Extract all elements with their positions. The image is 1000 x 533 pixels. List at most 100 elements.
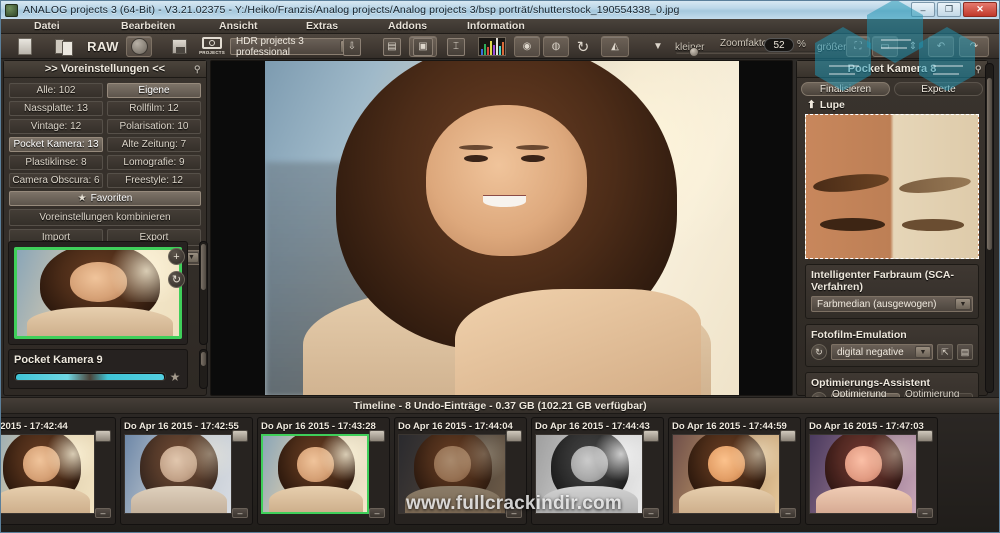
- menu-item-extras[interactable]: Extras: [306, 20, 338, 32]
- timeline-thumbnail[interactable]: [809, 434, 917, 514]
- main-photo[interactable]: [265, 61, 739, 396]
- menu-item-information[interactable]: Information: [467, 20, 525, 32]
- timeline-item[interactable]: Do Apr 16 2015 - 17:44:59 –: [668, 417, 801, 525]
- chevron-down-icon[interactable]: ▼: [915, 346, 931, 358]
- finalize-button[interactable]: Finalisieren: [801, 82, 890, 96]
- zoom-fit-button[interactable]: ⛶: [846, 36, 870, 57]
- histogram-button[interactable]: [476, 36, 508, 57]
- timeline-item-selected[interactable]: Do Apr 16 2015 - 17:43:28 –: [257, 417, 390, 525]
- timeline-item[interactable]: 16 2015 - 17:42:44 –: [0, 417, 116, 525]
- preset-strength-track[interactable]: [14, 372, 166, 381]
- zoom-larger-label[interactable]: größer: [817, 42, 846, 53]
- timeline-item[interactable]: Do Apr 16 2015 - 17:47:03 –: [805, 417, 938, 525]
- preset-nassplatte[interactable]: Nassplatte: 13: [9, 101, 103, 116]
- crop-dropdown-button[interactable]: ▼: [646, 36, 670, 57]
- preset-eigene[interactable]: Eigene: [107, 83, 201, 98]
- batch-button[interactable]: ▤: [379, 36, 405, 57]
- image-canvas[interactable]: [210, 60, 793, 396]
- preset-strength-slider[interactable]: ★: [14, 370, 182, 383]
- menu-item-bearbeiten[interactable]: Bearbeiten: [121, 20, 175, 32]
- preset-pocket-kamera[interactable]: Pocket Kamera: 13: [9, 137, 103, 152]
- fotofilm-reset-button[interactable]: ↻: [811, 344, 827, 360]
- preset-favoriten[interactable]: ★ Favoriten: [9, 191, 201, 206]
- export-dropdown-button[interactable]: ⇩: [339, 36, 365, 57]
- compare-view-button[interactable]: ▣: [409, 36, 437, 57]
- preset-preview-thumbnail[interactable]: [14, 247, 182, 339]
- close-button[interactable]: ✕: [963, 2, 997, 17]
- timeline-thumbnail[interactable]: [672, 434, 780, 514]
- settings-scroll-thumb[interactable]: [987, 78, 992, 250]
- refresh-preset-button[interactable]: ↻: [168, 271, 185, 288]
- timeline-item[interactable]: Do Apr 16 2015 - 17:44:04 –: [394, 417, 527, 525]
- undo-button[interactable]: ↶: [928, 36, 954, 57]
- add-preset-button[interactable]: +: [168, 248, 185, 265]
- timeline-camera-icon[interactable]: [917, 430, 933, 442]
- timeline-camera-icon[interactable]: [369, 430, 385, 442]
- zoom-slider-knob[interactable]: [689, 47, 699, 57]
- preset-vintage[interactable]: Vintage: 12: [9, 119, 103, 134]
- timeline-camera-icon[interactable]: [643, 430, 659, 442]
- timeline-remove-button[interactable]: –: [780, 508, 796, 518]
- timeline-camera-icon[interactable]: [95, 430, 111, 442]
- timeline-remove-button[interactable]: –: [917, 508, 933, 518]
- rotate-button[interactable]: ↻: [571, 36, 595, 57]
- timeline-thumbnail[interactable]: [0, 434, 95, 514]
- preset-camera-obscura[interactable]: Camera Obscura: 6: [9, 173, 103, 188]
- timeline-strip[interactable]: 16 2015 - 17:42:44 – Do Apr 16 2015 - 17…: [1, 414, 999, 533]
- new-document-button[interactable]: [11, 36, 39, 57]
- preset-rollfilm[interactable]: Rollfilm: 12: [107, 101, 201, 116]
- lupe-header[interactable]: ⬆ Lupe: [807, 99, 983, 111]
- preset-list-scrollbar[interactable]: [199, 241, 208, 345]
- measure-button[interactable]: ⌶: [444, 36, 468, 57]
- timeline-camera-icon[interactable]: [780, 430, 796, 442]
- pin-icon[interactable]: ⚲: [194, 64, 202, 74]
- timeline-item[interactable]: Do Apr 16 2015 - 17:44:43 –: [531, 417, 664, 525]
- fotofilm-settings-button[interactable]: ▤: [957, 344, 973, 360]
- preset-name-scroll-thumb[interactable]: [201, 352, 206, 366]
- preset-alte-zeitung[interactable]: Alte Zeitung: 7: [107, 137, 201, 152]
- zoom-actual-button[interactable]: ▭: [872, 36, 898, 57]
- timeline-thumbnail[interactable]: [398, 434, 506, 514]
- timeline-remove-button[interactable]: –: [643, 508, 659, 518]
- color-wheel-button[interactable]: ◍: [543, 36, 569, 57]
- timeline-camera-icon[interactable]: [506, 430, 522, 442]
- palette-button[interactable]: [126, 36, 152, 57]
- menu-item-datei[interactable]: Datei: [34, 20, 60, 32]
- timeline-remove-button[interactable]: –: [95, 508, 111, 518]
- timeline-camera-icon[interactable]: [232, 430, 248, 442]
- menu-item-ansicht[interactable]: Ansicht: [219, 20, 258, 32]
- save-button[interactable]: [166, 36, 192, 57]
- preset-scroll-thumb[interactable]: [201, 244, 206, 290]
- projects-button[interactable]: PROJECTS: [197, 36, 227, 57]
- timeline-thumbnail[interactable]: [261, 434, 369, 514]
- preset-preview-card[interactable]: + ↻: [8, 241, 188, 345]
- timeline-thumbnail[interactable]: [535, 434, 643, 514]
- minimize-button[interactable]: –: [911, 2, 935, 17]
- timeline-thumbnail[interactable]: [124, 434, 232, 514]
- lupe-preview[interactable]: [805, 114, 979, 259]
- maximize-button[interactable]: ❐: [937, 2, 961, 17]
- pin-icon[interactable]: ⚲: [975, 64, 983, 74]
- chevron-down-icon[interactable]: ▼: [955, 298, 971, 310]
- farbraum-combo[interactable]: Farbmedian (ausgewogen) ▼: [811, 296, 973, 312]
- redo-button[interactable]: ↷: [959, 36, 989, 57]
- preset-polarisation[interactable]: Polarisation: 10: [107, 119, 201, 134]
- expert-button[interactable]: Experte: [894, 82, 983, 96]
- preview-eye-button[interactable]: ◉: [514, 36, 540, 57]
- copy-image-button[interactable]: [49, 36, 77, 57]
- timeline-remove-button[interactable]: –: [369, 508, 385, 518]
- fotofilm-combo[interactable]: digital negative ▼: [831, 344, 933, 360]
- preset-plastiklinse[interactable]: Plastiklinse: 8: [9, 155, 103, 170]
- preset-lomografie[interactable]: Lomografie: 9: [107, 155, 201, 170]
- raw-button[interactable]: RAW: [83, 36, 123, 57]
- menu-item-addons[interactable]: Addons: [388, 20, 427, 32]
- settings-panel-scrollbar[interactable]: [985, 63, 994, 393]
- zoom-value-field[interactable]: 52: [764, 38, 794, 52]
- preset-alle[interactable]: Alle: 102: [9, 83, 103, 98]
- timeline-remove-button[interactable]: –: [232, 508, 248, 518]
- preset-name-scrollbar[interactable]: [199, 349, 208, 389]
- timeline-remove-button[interactable]: –: [506, 508, 522, 518]
- favorite-star-icon[interactable]: ★: [168, 370, 182, 384]
- fotofilm-load-button[interactable]: ⇱: [937, 344, 953, 360]
- combine-presets-button[interactable]: Voreinstellungen kombinieren: [9, 209, 201, 226]
